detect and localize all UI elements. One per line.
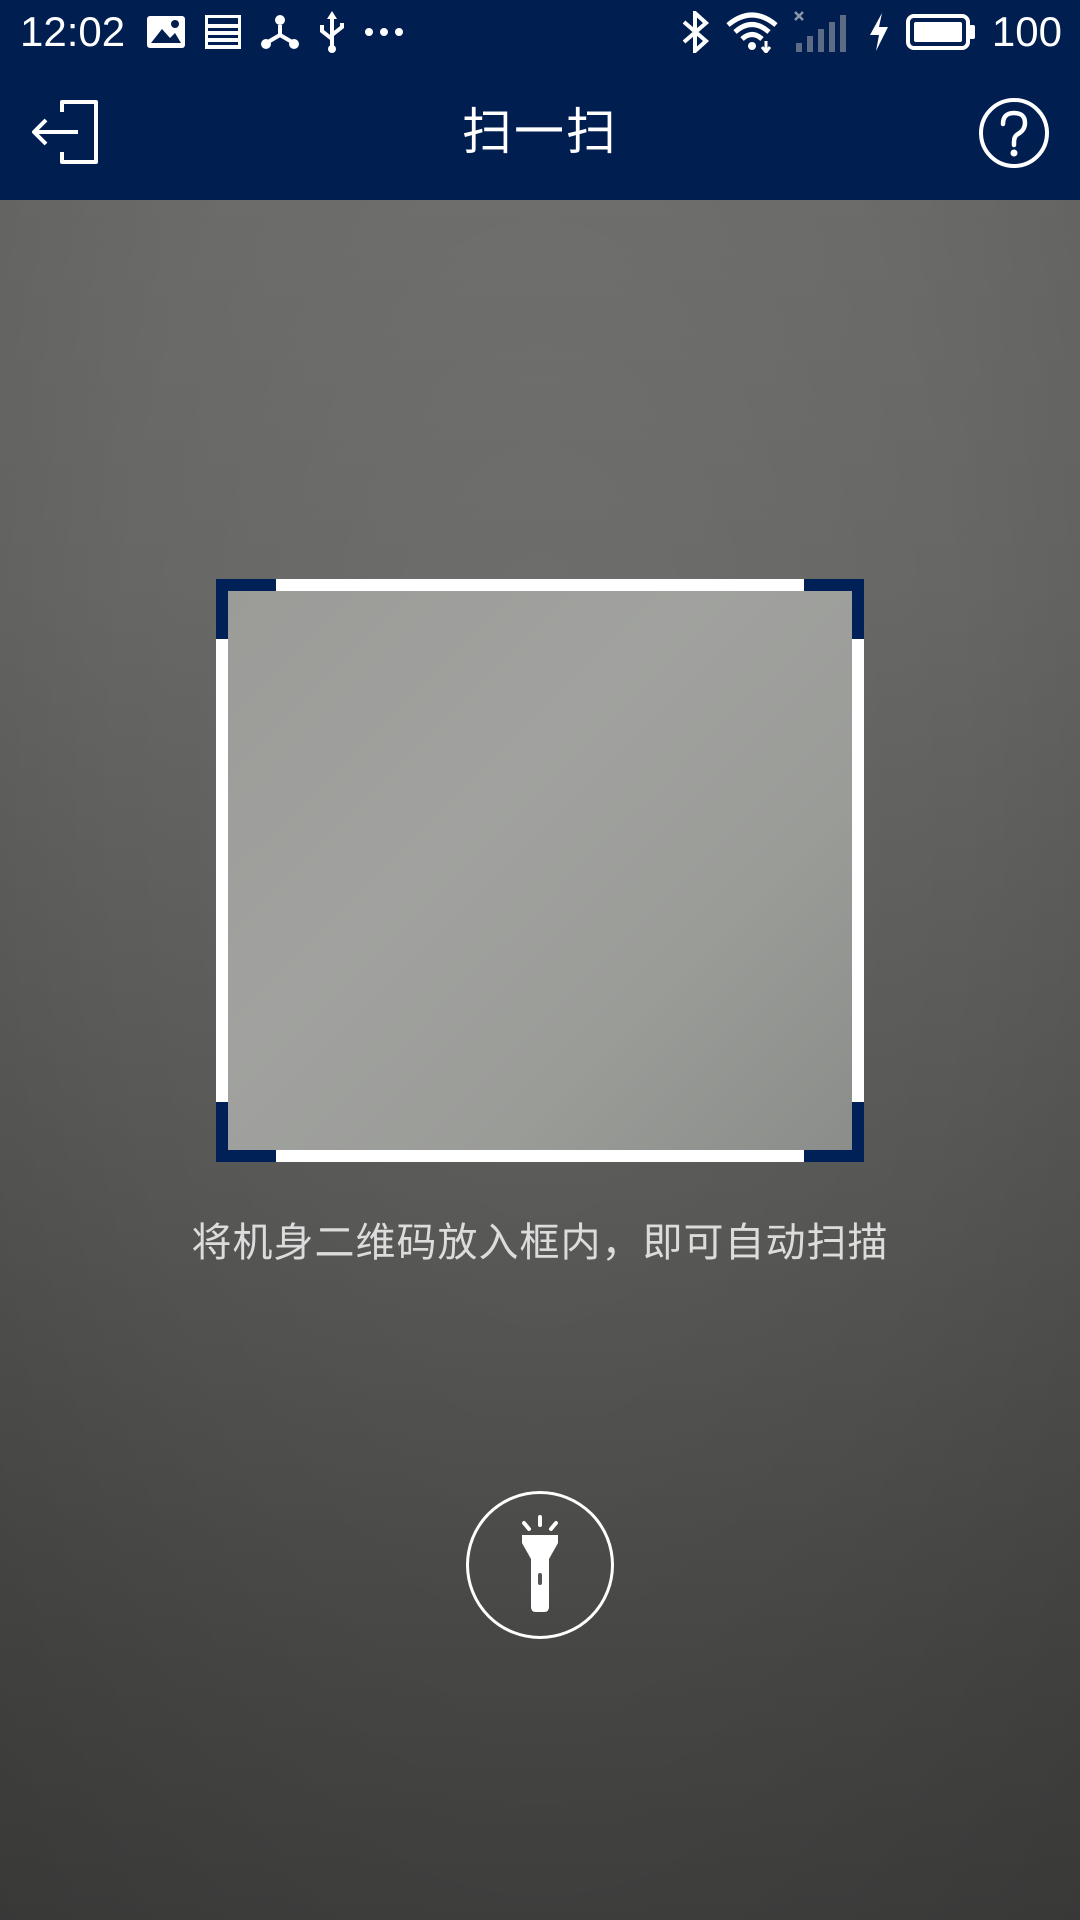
- charging-icon: [869, 13, 888, 51]
- scan-frame: [216, 579, 864, 1162]
- usb-icon: [320, 11, 344, 53]
- app-bar: 扫一扫: [0, 64, 1080, 200]
- status-system-icons: 100: [680, 8, 1062, 56]
- battery-level: 100: [991, 8, 1062, 55]
- more-dots-icon: [365, 28, 403, 36]
- scan-frame-corner: [216, 579, 276, 639]
- status-notification-icons: [146, 11, 404, 53]
- flashlight-icon: [522, 1515, 558, 1612]
- wifi-icon: [726, 12, 778, 53]
- bluetooth-icon: [682, 11, 709, 53]
- battery-icon: [905, 14, 975, 50]
- help-button[interactable]: [978, 97, 1050, 169]
- news-icon: [205, 15, 241, 49]
- flashlight-button[interactable]: [466, 1491, 614, 1639]
- help-circle-icon: [979, 98, 1049, 168]
- status-time: 12:02: [20, 8, 126, 55]
- share-node-icon: [261, 15, 299, 49]
- scan-hint-text: 将机身二维码放入框内，即可自动扫描: [191, 1220, 889, 1266]
- image-icon: [147, 16, 185, 48]
- signal-no-service-icon: [794, 11, 846, 52]
- scan-frame-corner: [804, 1102, 864, 1162]
- scan-frame-corner: [804, 579, 864, 639]
- page-title: 扫一扫: [462, 103, 618, 161]
- scan-frame-corner: [216, 1102, 276, 1162]
- status-bar: 12:02 100: [0, 0, 1080, 64]
